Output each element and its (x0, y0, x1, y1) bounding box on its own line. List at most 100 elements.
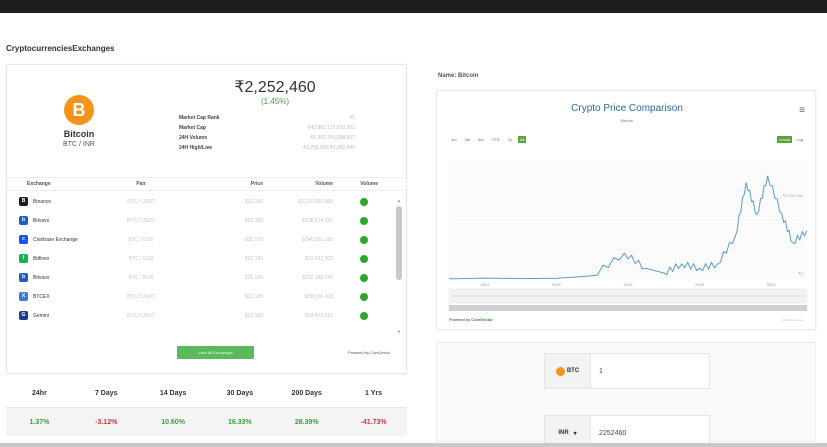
period-label: 200 Days (291, 390, 322, 397)
price-cell: $21,180 (244, 217, 263, 224)
range-button[interactable]: YTD (490, 136, 502, 143)
table-row[interactable]: B Binance BTC / USDT $21,196 $2,229,991,980 (7, 192, 395, 211)
coin-price: ₹2,252,460 (234, 79, 316, 96)
exchange-logo-icon: f (19, 254, 28, 263)
exchange-logo-icon: B (19, 197, 28, 206)
period-change-value: 16.33% (228, 418, 252, 426)
exchange-cell: b Bitvavo (7, 273, 101, 282)
stat-value: ₹43,962,171,613,202 (307, 125, 355, 131)
btc-input-group: BTC (544, 353, 710, 389)
status-cell (333, 216, 378, 225)
exchange-list-scrollbar[interactable]: ▲ ▼ (395, 198, 403, 334)
powered-by-link[interactable]: CoinGecko (471, 317, 492, 322)
currency-select-label: INR (558, 430, 569, 436)
table-row[interactable]: b Bitvavo BTC / USDT $21,180 $138,514,321 (7, 211, 395, 230)
exchange-name[interactable]: Gemini (33, 313, 49, 319)
column-header-status: Volume (360, 181, 378, 187)
exchange-name[interactable]: Bitfinex (33, 256, 49, 262)
coin-details-card: B Bitcoin BTC / INR ₹2,252,460 (1.45%) M… (6, 64, 407, 374)
exchange-name[interactable]: BTCEX (33, 294, 50, 300)
volume-cell: $346,291,165 (302, 236, 333, 243)
coin-name-label: Name: Bitcoin (438, 73, 479, 79)
table-row[interactable]: c Coinbase Exchange BTC / USD $21,178 $346,2… (7, 230, 395, 249)
exchange-table-header: Exchange Pair Price Volume Volume (7, 177, 406, 191)
stat-row: 24H High/Low ₹2,259,920/₹2,182,945 (179, 143, 355, 153)
table-row[interactable]: X BTCEX BTC / USDT $21,188 $58,090,108 (7, 287, 395, 306)
powered-by-prefix: Powered by (449, 317, 471, 322)
scroll-down-icon[interactable]: ▼ (395, 329, 403, 334)
exchange-cell: X BTCEX (7, 292, 101, 301)
x-tick-label: 2018 (624, 282, 634, 287)
period-change-value: 1.37% (29, 418, 50, 426)
powered-by-coingecko[interactable]: Powered by CoinGecko (348, 350, 390, 355)
table-row[interactable]: b Bitvavo BTC / EUR $21,166 $212,188,341 (7, 268, 395, 287)
exchange-name[interactable]: Bitvavo (33, 218, 49, 224)
column-header-exchange: Exchange (27, 181, 51, 187)
navigator-scrollbar[interactable] (449, 305, 807, 311)
view-all-exchanges-button[interactable]: View All Exchanges (177, 346, 254, 359)
y-tick-label: ₹0 (798, 271, 804, 276)
table-row[interactable]: f Bitfinex BTC / USD $21,193 $72,567,303 (7, 249, 395, 268)
stat-label: 24H Volume (179, 135, 208, 141)
period-label: 14 Days (159, 390, 187, 397)
range-button[interactable]: 6m (476, 136, 486, 143)
chart-title: Crypto Price Comparison (571, 103, 683, 114)
range-button[interactable]: 3m (463, 136, 473, 143)
stat-row: Market Cap Rank #1 (179, 113, 355, 123)
status-dot-icon (360, 273, 368, 282)
volume-cell: $58,090,108 (305, 293, 333, 300)
period-label: 24hr (32, 390, 47, 397)
status-cell (333, 197, 378, 206)
btc-amount-input[interactable] (591, 367, 701, 375)
stat-label: Market Cap Rank (179, 115, 220, 121)
period-change-value: 10.60% (161, 418, 185, 426)
scroll-up-icon[interactable]: ▲ (395, 198, 403, 203)
scale-button[interactable]: Log (794, 136, 805, 143)
price-chart[interactable]: 2014 2016 2018 2020 2022 ₹5,000,000 ₹0 (437, 91, 817, 331)
column-header-price: Price (250, 181, 263, 187)
volume-cell: $72,567,303 (305, 255, 333, 262)
range-button[interactable]: All (517, 136, 527, 143)
scale-button[interactable]: Linear (777, 136, 793, 143)
price-cell: $21,178 (244, 236, 263, 243)
pair-cell: BTC / USDT (127, 198, 155, 205)
range-button[interactable]: 1m (449, 136, 459, 143)
horizontal-scrollbar[interactable] (0, 443, 827, 447)
x-tick-label: 2020 (695, 282, 705, 287)
period-label: 7 Days (94, 390, 118, 397)
btc-label: BTC (566, 368, 580, 374)
bitcoin-icon (555, 366, 565, 376)
pair-cell: BTC / USDT (127, 217, 155, 224)
stat-label: 24H High/Low (179, 145, 213, 151)
coin-price-change: (1.45%) (260, 97, 289, 106)
chart-powered-by: Powered by CoinGecko (449, 317, 492, 322)
exchange-name[interactable]: Bitvavo (33, 275, 49, 281)
menu-icon[interactable]: ≡ (799, 105, 805, 116)
period-change-value: -3.12% (95, 418, 118, 426)
period-labels-row: 24hr 7 Days 14 Days 30 Days 200 Days 1 Yrs (6, 380, 407, 408)
exchange-list: B Binance BTC / USDT $21,196 $2,229,991,980 b… (7, 192, 395, 325)
price-cell: $21,196 (244, 198, 263, 205)
highcharts-credit[interactable]: Highcharts.com (782, 318, 803, 322)
period-values-row: 1.37% -3.12% 10.60% 16.33% 28.39% -41.73% (6, 408, 407, 436)
status-dot-icon (360, 311, 368, 320)
period-change-value: -41.73% (360, 418, 387, 426)
y-tick-label: ₹5,000,000 (783, 193, 804, 198)
btc-badge: BTC (545, 354, 591, 388)
price-cell: $21,182 (244, 312, 263, 319)
pair-cell: BTC / USD (128, 236, 154, 243)
exchange-logo-icon: c (19, 235, 28, 244)
exchange-cell: f Bitfinex (7, 254, 101, 263)
exchange-name[interactable]: Coinbase Exchange (33, 237, 78, 243)
fiat-amount-input[interactable] (591, 429, 701, 437)
scroll-thumb[interactable] (396, 206, 402, 280)
table-row[interactable]: G Gemini BTC / USDT $21,182 $34,401,512 (7, 306, 395, 325)
status-dot-icon (360, 292, 368, 301)
x-tick-label: 2022 (767, 282, 777, 287)
exchange-logo-icon: X (19, 292, 28, 301)
exchange-name[interactable]: Binance (33, 199, 51, 205)
range-button[interactable]: 1y (506, 136, 514, 143)
exchange-cell: b Bitvavo (7, 216, 101, 225)
status-cell (333, 254, 378, 263)
pair-cell: BTC / EUR (128, 274, 154, 281)
